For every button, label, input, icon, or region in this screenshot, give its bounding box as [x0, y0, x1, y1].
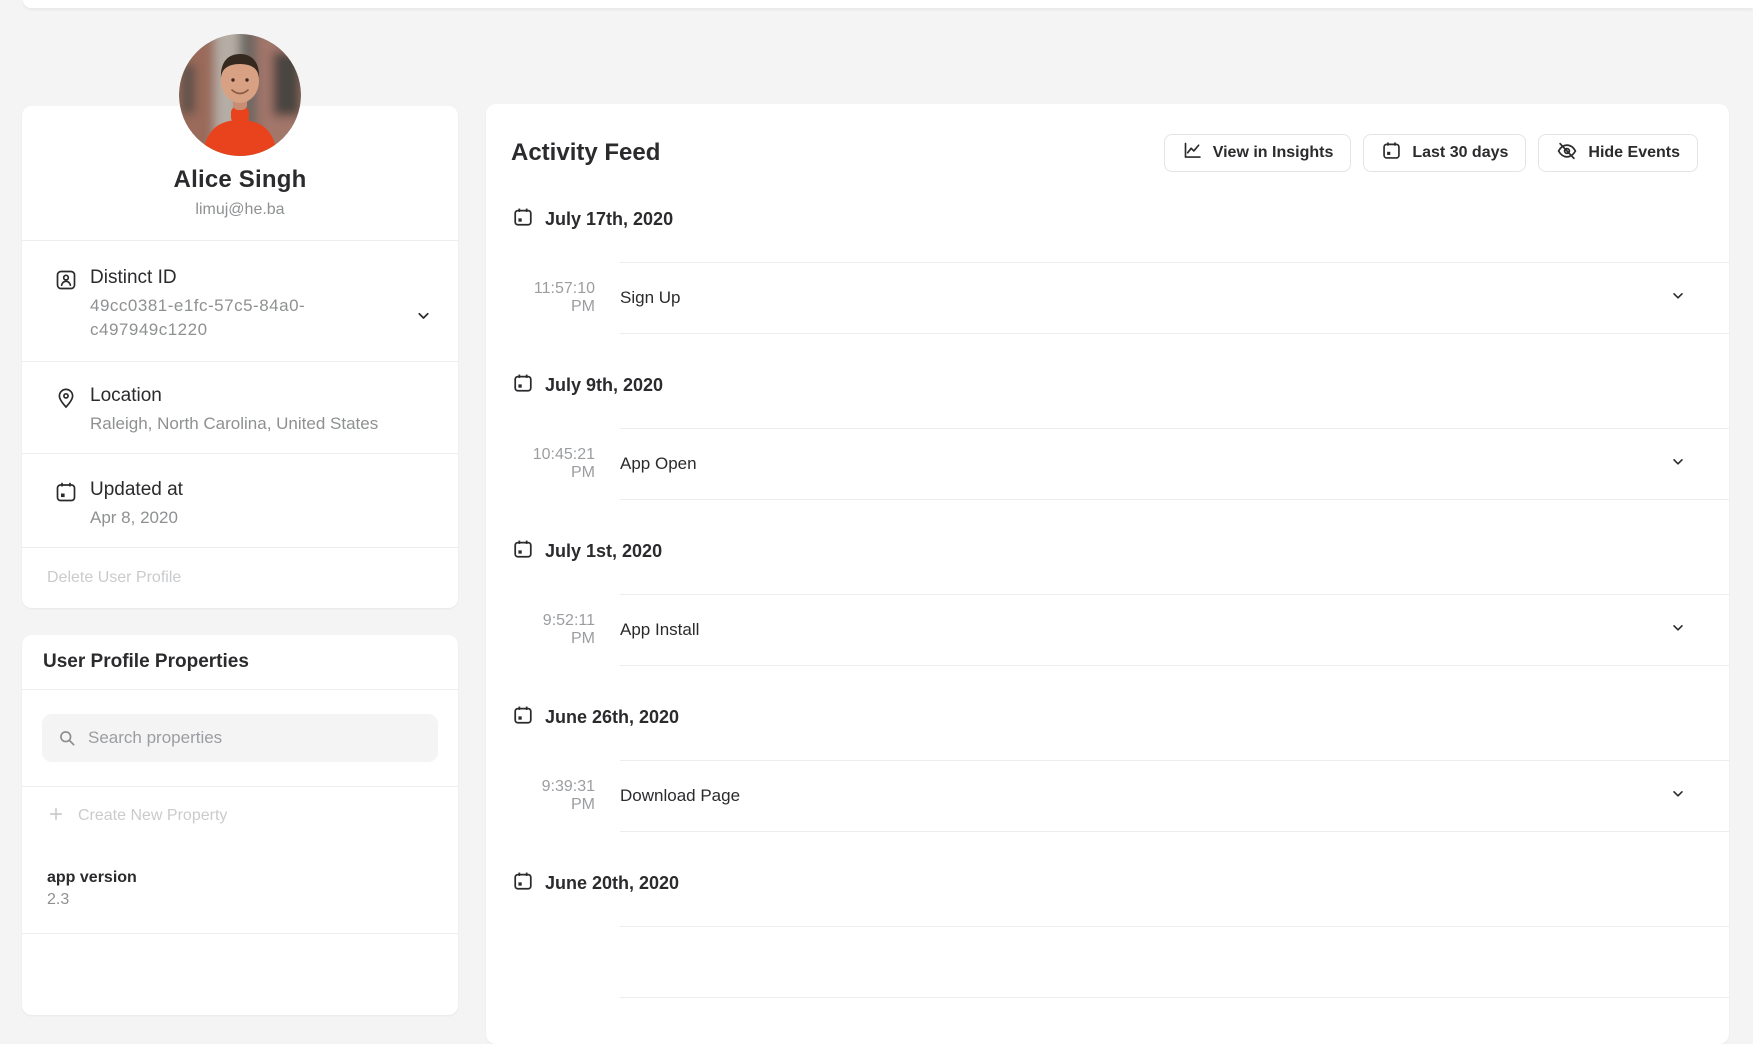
location-pin-icon: [54, 386, 78, 410]
profile-email: limuj@he.ba: [22, 201, 458, 219]
feed-date-label: July 9th, 2020: [545, 375, 663, 396]
calendar-icon: [512, 206, 534, 233]
property-item[interactable]: app version 2.3: [22, 845, 458, 934]
feed-date-group: June 20th, 2020: [486, 871, 1729, 998]
hide-events-button[interactable]: Hide Events: [1538, 134, 1698, 172]
activity-feed-list: July 17th, 202011:57:10 PMSign UpJuly 9t…: [486, 207, 1729, 998]
feed-date-label: June 26th, 2020: [545, 707, 679, 728]
profile-header: Alice Singh limuj@he.ba: [22, 106, 458, 241]
event-row[interactable]: 10:45:21 PMApp Open: [620, 428, 1729, 500]
event-time: 10:45:21 PM: [515, 446, 595, 482]
feed-date-group: July 17th, 202011:57:10 PMSign Up: [486, 207, 1729, 334]
properties-search-section: [22, 690, 458, 787]
plus-icon: [47, 805, 65, 828]
property-name: app version: [47, 869, 438, 887]
feed-date-label: July 1st, 2020: [545, 541, 662, 562]
feed-date-group: July 1st, 20209:52:11 PMApp Install: [486, 539, 1729, 666]
field-label: Distinct ID: [90, 267, 418, 289]
distinct-id-value: 49cc0381-e1fc-57c5-84a0-c497949c1220: [90, 294, 380, 342]
event-row[interactable]: 9:39:31 PMDownload Page: [620, 760, 1729, 832]
event-name: App Install: [620, 620, 699, 640]
event-row[interactable]: 11:57:10 PMSign Up: [620, 262, 1729, 334]
chevron-down-icon[interactable]: [1670, 454, 1686, 475]
feed-date-header: June 26th, 2020: [486, 705, 1729, 729]
calendar-icon: [512, 704, 534, 731]
user-profile-properties-card: User Profile Properties Create New Prope…: [22, 635, 458, 1015]
field-label: Updated at: [90, 479, 418, 501]
id-card-icon: [54, 268, 78, 292]
avatar: [179, 34, 301, 156]
feed-date-group: July 9th, 202010:45:21 PMApp Open: [486, 373, 1729, 500]
event-time: 11:57:10 PM: [515, 280, 595, 316]
location-value: Raleigh, North Carolina, United States: [90, 412, 418, 436]
event-name: App Open: [620, 454, 697, 474]
calendar-icon: [512, 372, 534, 399]
avatar-image: [179, 34, 301, 156]
last-30-days-label: Last 30 days: [1412, 144, 1508, 162]
create-new-property-label: Create New Property: [78, 807, 227, 825]
chevron-down-icon[interactable]: [1670, 620, 1686, 641]
feed-date-label: June 20th, 2020: [545, 873, 679, 894]
activity-feed-title: Activity Feed: [511, 139, 660, 167]
user-profile-card: Alice Singh limuj@he.ba Distinct ID 49cc…: [22, 106, 458, 608]
feed-date-header: July 17th, 2020: [486, 207, 1729, 231]
top-bar-edge: [23, 0, 1753, 8]
view-in-insights-button[interactable]: View in Insights: [1164, 134, 1352, 172]
search-properties-input[interactable]: [42, 714, 438, 762]
field-distinct-id: Distinct ID 49cc0381-e1fc-57c5-84a0-c497…: [22, 241, 458, 362]
field-updated-at: Updated at Apr 8, 2020: [22, 454, 458, 548]
feed-date-label: July 17th, 2020: [545, 209, 673, 230]
search-icon: [57, 728, 77, 753]
chevron-down-icon[interactable]: [1670, 786, 1686, 807]
feed-date-header: June 20th, 2020: [486, 871, 1729, 895]
event-name: Sign Up: [620, 288, 680, 308]
event-time: 9:39:31 PM: [515, 778, 595, 814]
feed-date-group: June 26th, 20209:39:31 PMDownload Page: [486, 705, 1729, 832]
calendar-icon: [54, 480, 78, 504]
activity-feed-header: Activity Feed View in Insights: [486, 104, 1729, 172]
feed-date-header: July 9th, 2020: [486, 373, 1729, 397]
eye-off-icon: [1556, 140, 1578, 167]
chevron-down-icon[interactable]: [1670, 288, 1686, 309]
event-row[interactable]: [620, 926, 1729, 998]
field-label: Location: [90, 385, 418, 407]
last-30-days-button[interactable]: Last 30 days: [1363, 134, 1526, 172]
chevron-down-icon[interactable]: [415, 307, 432, 329]
event-row[interactable]: 9:52:11 PMApp Install: [620, 594, 1729, 666]
feed-date-header: July 1st, 2020: [486, 539, 1729, 563]
create-new-property-button[interactable]: Create New Property: [22, 787, 458, 845]
event-name: Download Page: [620, 786, 740, 806]
calendar-icon: [512, 538, 534, 565]
properties-list: app version 2.3: [22, 845, 458, 934]
activity-feed-card: Activity Feed View in Insights: [486, 104, 1729, 1044]
event-time: 9:52:11 PM: [515, 612, 595, 648]
hide-events-label: Hide Events: [1588, 144, 1680, 162]
view-in-insights-label: View in Insights: [1213, 144, 1334, 162]
calendar-icon: [512, 870, 534, 897]
property-value: 2.3: [47, 891, 438, 909]
properties-title: User Profile Properties: [22, 635, 458, 690]
calendar-icon: [1381, 140, 1402, 166]
updated-at-value: Apr 8, 2020: [90, 506, 418, 530]
field-location: Location Raleigh, North Carolina, United…: [22, 362, 458, 454]
insights-chart-icon: [1182, 140, 1203, 166]
delete-user-profile-button[interactable]: Delete User Profile: [22, 548, 458, 608]
